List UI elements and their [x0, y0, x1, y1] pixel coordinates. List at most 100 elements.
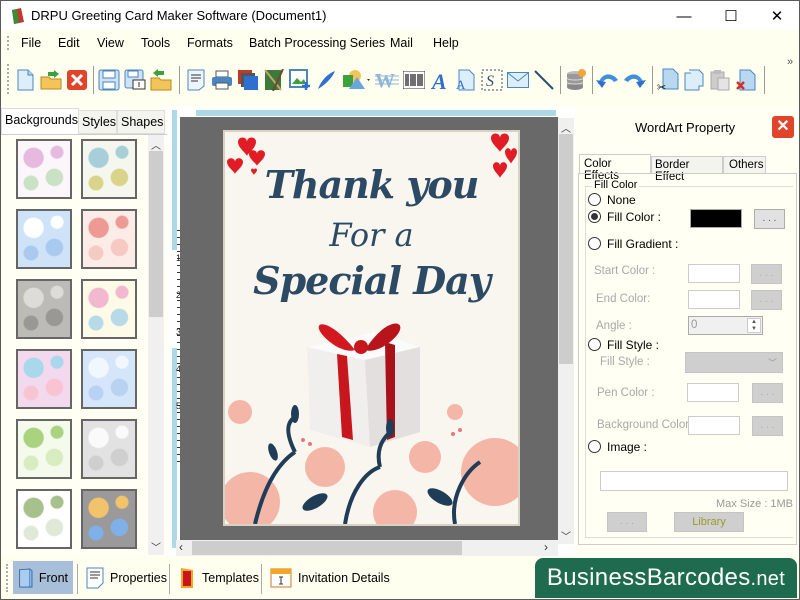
- wordart-property-panel: WordArt Property ✕ Color Effects Border …: [575, 106, 800, 556]
- menu-formats[interactable]: Formats: [187, 36, 233, 50]
- thumbnail-scrollbar[interactable]: ︿ ﹀: [148, 135, 164, 555]
- library-button[interactable]: Library: [674, 512, 744, 532]
- copy-button[interactable]: [682, 68, 706, 92]
- menu-mail[interactable]: Mail: [390, 36, 413, 50]
- background-color-browse-button[interactable]: . . .: [752, 416, 783, 436]
- fill-style-dropdown[interactable]: ﹀: [685, 352, 783, 373]
- background-thumbnail-pastel-flowers[interactable]: [16, 349, 72, 409]
- paste-button[interactable]: [708, 68, 732, 92]
- delete-button[interactable]: [734, 68, 758, 92]
- export-button[interactable]: [149, 68, 173, 92]
- menu-view[interactable]: View: [97, 36, 124, 50]
- tab-backgrounds[interactable]: Backgrounds: [1, 108, 79, 135]
- background-thumbnail-hanging-hearts[interactable]: [16, 489, 72, 549]
- angle-spinner[interactable]: 0 ▲ ▼: [688, 316, 763, 335]
- canvas-scroll-down-icon[interactable]: ﹀: [561, 528, 571, 543]
- close-doc-button[interactable]: [65, 68, 89, 92]
- background-thumbnail-white-heart[interactable]: [81, 419, 137, 479]
- canvas-scroll-left-icon[interactable]: ‹: [179, 540, 183, 554]
- tab-front[interactable]: Front: [13, 561, 73, 594]
- image-path-field[interactable]: [600, 471, 788, 491]
- signature-button[interactable]: S: [480, 68, 504, 92]
- background-thumbnail-kids-sketch[interactable]: [81, 139, 137, 199]
- background-thumbnail-floral-strip[interactable]: [81, 279, 137, 339]
- undo-button[interactable]: [596, 68, 620, 92]
- tab-templates[interactable]: Templates: [173, 561, 264, 594]
- tab-properties[interactable]: Properties: [81, 561, 172, 594]
- background-thumbnail-strawberries[interactable]: [81, 209, 137, 269]
- card-text-line2[interactable]: For a: [225, 216, 518, 254]
- canvas-hscroll-thumb[interactable]: [192, 541, 462, 555]
- pencil-button[interactable]: [314, 68, 338, 92]
- print-button[interactable]: [210, 68, 234, 92]
- background-thumbnail-snowflakes[interactable]: [81, 349, 137, 409]
- text-button[interactable]: A: [428, 68, 452, 92]
- canvas-scroll-right-icon[interactable]: ›: [544, 540, 548, 554]
- minimize-button[interactable]: —: [661, 1, 707, 31]
- watermark-button[interactable]: W: [375, 68, 399, 92]
- email-button[interactable]: [506, 68, 530, 92]
- scroll-down-icon[interactable]: ﹀: [151, 539, 161, 554]
- wordart-button[interactable]: A: [454, 68, 478, 92]
- canvas-scroll-up-icon[interactable]: ︿: [561, 120, 571, 135]
- angle-spin-buttons[interactable]: ▲ ▼: [747, 318, 761, 333]
- fill-color-swatch[interactable]: [690, 209, 742, 228]
- fill-color-browse-button[interactable]: . . .: [754, 209, 785, 229]
- line-button[interactable]: [532, 68, 556, 92]
- barcode-button[interactable]: [402, 68, 426, 92]
- tab-border-effect[interactable]: Border Effect: [651, 156, 723, 183]
- background-thumbnail-clouds[interactable]: [16, 209, 72, 269]
- panel-close-button[interactable]: ✕: [772, 116, 794, 138]
- canvas-vscroll-thumb[interactable]: [559, 134, 573, 364]
- tab-shapes[interactable]: Shapes: [117, 110, 165, 134]
- print-preview-button[interactable]: [236, 68, 260, 92]
- scroll-up-icon[interactable]: ︿: [151, 137, 161, 152]
- canvas-vertical-scrollbar[interactable]: ︿ ﹀: [558, 118, 574, 544]
- greeting-card[interactable]: Thank you For a Special Day: [223, 130, 520, 526]
- menu-tools[interactable]: Tools: [141, 36, 170, 50]
- menu-batch-processing[interactable]: Batch Processing Series: [249, 36, 385, 50]
- tab-styles[interactable]: Styles: [78, 110, 117, 134]
- start-color-browse-button[interactable]: . . .: [751, 264, 782, 284]
- background-color-swatch[interactable]: [688, 416, 740, 435]
- properties-button[interactable]: [184, 68, 208, 92]
- radio-none[interactable]: [588, 193, 601, 206]
- tab-color-effects[interactable]: Color Effects: [579, 154, 651, 182]
- redo-button[interactable]: [622, 68, 646, 92]
- start-color-swatch[interactable]: [688, 264, 740, 283]
- insert-image-button[interactable]: [288, 68, 312, 92]
- new-button[interactable]: [13, 68, 37, 92]
- end-color-swatch[interactable]: [688, 290, 740, 309]
- open-button[interactable]: [39, 68, 63, 92]
- background-thumbnail-xmas-trees[interactable]: [16, 419, 72, 479]
- database-button[interactable]: [564, 68, 588, 92]
- radio-fill-gradient[interactable]: [588, 237, 601, 250]
- tab-invitation-details[interactable]: Invitation Details: [265, 561, 395, 594]
- menu-help[interactable]: Help: [433, 36, 459, 50]
- canvas-horizontal-scrollbar[interactable]: ‹ ›: [176, 540, 558, 556]
- card-text-line3[interactable]: Special Day: [225, 258, 518, 303]
- image-browse-button[interactable]: . . .: [607, 512, 647, 532]
- background-thumbnail-baby-doodles[interactable]: [16, 139, 72, 199]
- menu-edit[interactable]: Edit: [58, 36, 80, 50]
- background-thumbnail-sparkles[interactable]: [81, 489, 137, 549]
- pen-color-swatch[interactable]: [687, 383, 739, 402]
- shapes-dropdown[interactable]: [340, 68, 372, 92]
- maximize-button[interactable]: ☐: [708, 1, 754, 31]
- toolbar-overflow-button[interactable]: »: [787, 56, 793, 68]
- card-text-line1[interactable]: Thank you: [225, 162, 518, 207]
- background-thumbnail-gray-hearts[interactable]: [16, 279, 72, 339]
- radio-fill-color[interactable]: [588, 210, 601, 223]
- end-color-browse-button[interactable]: . . .: [751, 290, 782, 310]
- scrollbar-thumb[interactable]: [149, 151, 163, 317]
- menu-file[interactable]: File: [21, 36, 41, 50]
- save-as-button[interactable]: [123, 68, 147, 92]
- radio-image[interactable]: [588, 440, 601, 453]
- close-button[interactable]: ✕: [754, 1, 800, 31]
- pen-color-browse-button[interactable]: . . .: [752, 383, 783, 403]
- radio-fill-style[interactable]: [588, 338, 601, 351]
- cut-button[interactable]: ✂: [656, 68, 680, 92]
- tab-others[interactable]: Others: [723, 156, 766, 174]
- background-button[interactable]: [262, 68, 286, 92]
- save-button[interactable]: [97, 68, 121, 92]
